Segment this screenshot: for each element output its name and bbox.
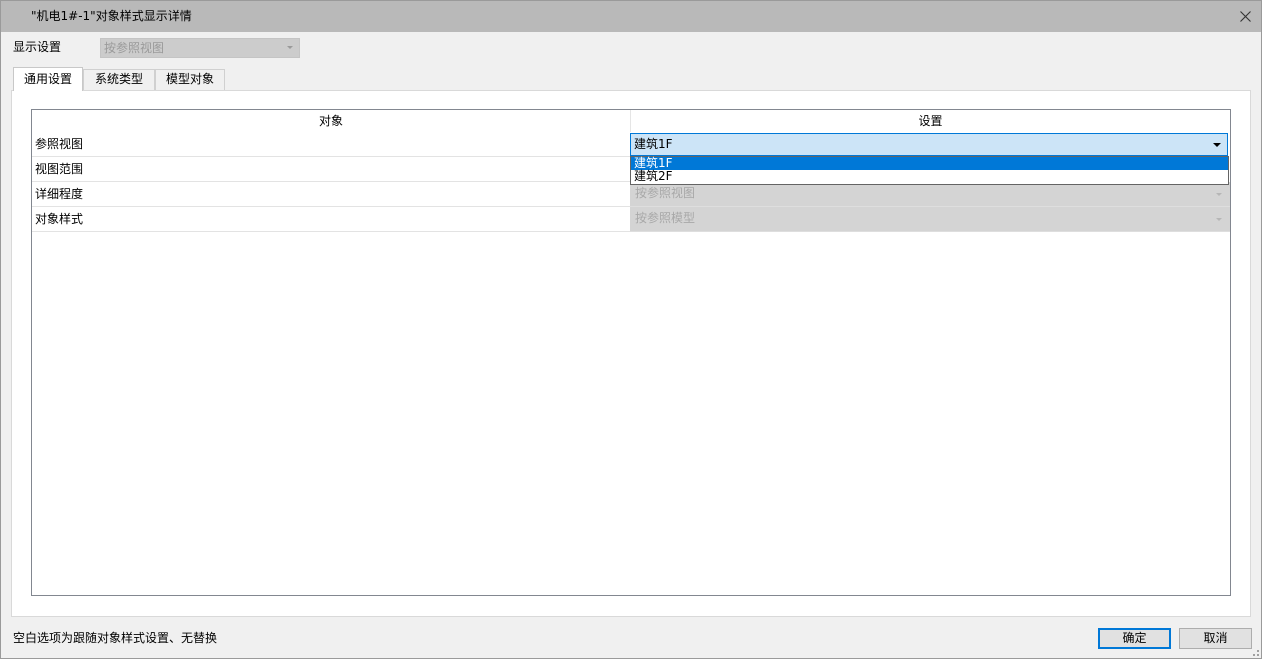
table-row: 详细程度 按参照视图 bbox=[32, 182, 1230, 207]
detail-level-value: 按参照视图 bbox=[635, 186, 696, 200]
cancel-button[interactable]: 取消 bbox=[1179, 628, 1252, 649]
close-button[interactable] bbox=[1231, 2, 1260, 31]
window-title: "机电1#-1"对象样式显示详情 bbox=[31, 9, 192, 23]
detail-level-combobox: 按参照视图 bbox=[630, 182, 1230, 207]
tab-model-object[interactable]: 模型对象 bbox=[155, 69, 225, 90]
reference-view-dropdown-list: 建筑1F 建筑2F bbox=[630, 156, 1229, 185]
reference-view-value: 建筑1F bbox=[634, 137, 673, 151]
tab-system-type[interactable]: 系统类型 bbox=[83, 69, 155, 90]
table-row: 对象样式 按参照模型 bbox=[32, 207, 1230, 232]
reference-view-combobox[interactable]: 建筑1F bbox=[630, 133, 1228, 156]
title-bar: "机电1#-1"对象样式显示详情 bbox=[1, 1, 1261, 32]
row-name-cell: 对象样式 bbox=[32, 207, 630, 232]
tab-label: 通用设置 bbox=[23, 72, 72, 86]
dropdown-arrow-icon bbox=[1213, 143, 1221, 147]
footer-hint: 空白选项为跟随对象样式设置、无替换 bbox=[13, 631, 218, 645]
row-name-cell: 视图范围 bbox=[32, 157, 630, 182]
row-value-cell: 建筑1F bbox=[630, 132, 1230, 157]
chevron-down-icon bbox=[1216, 218, 1222, 221]
ok-button[interactable]: 确定 bbox=[1098, 628, 1171, 649]
row-name-cell: 参照视图 bbox=[32, 132, 630, 157]
chevron-down-icon bbox=[287, 46, 293, 49]
object-style-combobox: 按参照模型 bbox=[630, 207, 1230, 232]
display-setting-label: 显示设置 bbox=[13, 40, 62, 54]
close-icon bbox=[1240, 11, 1251, 22]
row-name-cell: 详细程度 bbox=[32, 182, 630, 207]
table-row: 参照视图 建筑1F bbox=[32, 132, 1230, 157]
column-header-setting: 设置 bbox=[918, 114, 943, 128]
display-setting-value: 按参照视图 bbox=[104, 41, 165, 55]
dialog-window: "机电1#-1"对象样式显示详情 显示设置 按参照视图 通用设置 系统类型 模型… bbox=[0, 0, 1262, 659]
dropdown-option[interactable]: 建筑2F bbox=[631, 170, 1228, 183]
tab-label: 模型对象 bbox=[165, 72, 214, 86]
object-style-value: 按参照模型 bbox=[635, 211, 696, 225]
column-header-object: 对象 bbox=[318, 114, 343, 128]
resize-grip-icon[interactable] bbox=[1249, 646, 1261, 658]
tab-general-settings[interactable]: 通用设置 bbox=[13, 67, 83, 91]
chevron-down-icon bbox=[1216, 193, 1222, 196]
dropdown-option[interactable]: 建筑1F bbox=[631, 157, 1228, 170]
tab-label: 系统类型 bbox=[94, 72, 143, 86]
display-setting-combobox[interactable]: 按参照视图 bbox=[100, 38, 300, 58]
